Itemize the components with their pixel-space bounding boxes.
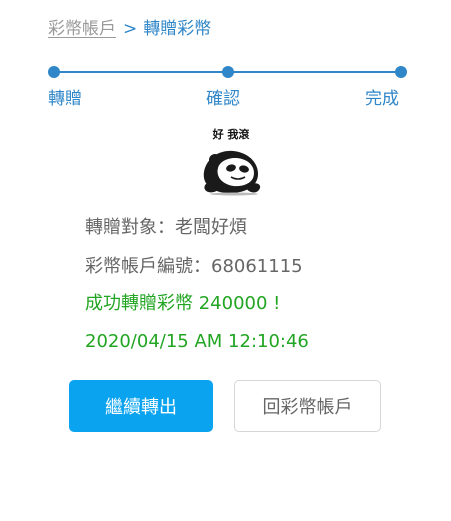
breadcrumb: 彩幣帳戶 > 轉贈彩幣 [48,18,211,40]
step-dot-confirm [222,66,234,78]
account-number-info: 彩幣帳戶編號：68061115 [85,256,303,277]
step-label-transfer: 轉贈 [48,89,82,109]
step-dot-transfer [48,66,60,78]
back-to-coin-account-button[interactable]: 回彩幣帳戶 [234,380,381,432]
breadcrumb-current-page: 轉贈彩幣 [143,19,212,39]
recipient-info: 轉贈對象：老闆好煩 [85,217,247,238]
step-dot-complete [395,66,407,78]
sticker-caption: 好 我滾 [212,128,250,141]
continue-transfer-button[interactable]: 繼續轉出 [69,380,213,432]
step-label-complete: 完成 [365,89,399,109]
success-message: 成功轉贈彩幣 240000 ! [85,293,281,314]
panda-icon [203,150,261,196]
transfer-complete-page: 彩幣帳戶 > 轉贈彩幣 轉贈 確認 完成 好 我滾 轉贈對象：老闆好煩 彩幣帳戶… [0,0,451,521]
transfer-timestamp: 2020/04/15 AM 12:10:46 [85,331,309,352]
step-label-confirm: 確認 [206,89,240,109]
panda-meme-sticker: 好 我滾 [198,128,264,198]
breadcrumb-separator: > [123,19,138,39]
progress-stepper: 轉贈 確認 完成 [48,64,407,112]
breadcrumb-link-coin-account[interactable]: 彩幣帳戶 [48,18,116,40]
